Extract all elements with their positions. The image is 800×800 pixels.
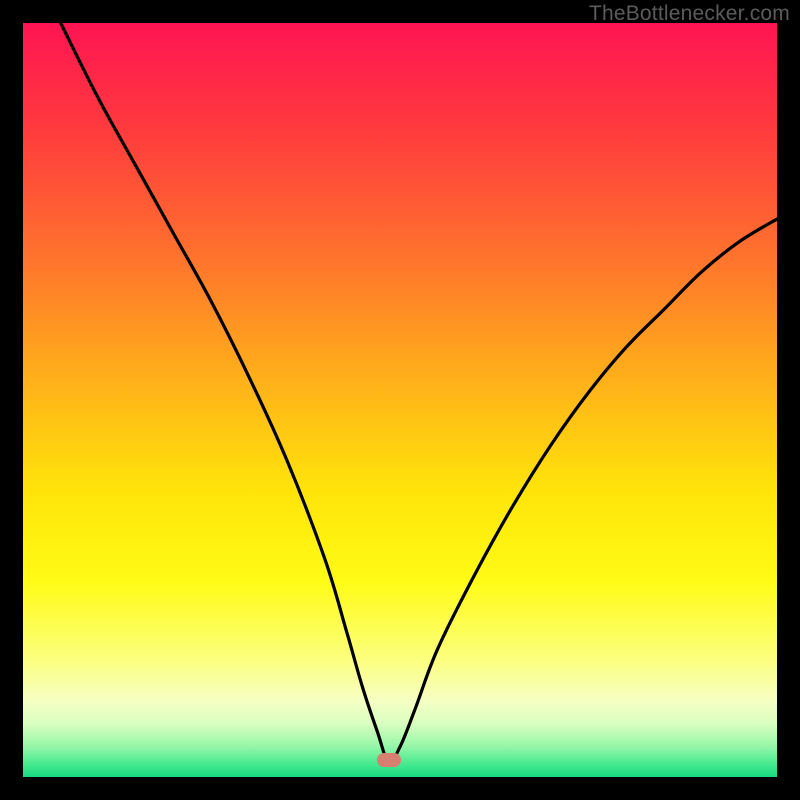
bottleneck-curve xyxy=(23,23,777,777)
optimum-marker xyxy=(377,753,401,767)
plot-area xyxy=(23,23,777,777)
chart-frame: TheBottlenecker.com xyxy=(0,0,800,800)
